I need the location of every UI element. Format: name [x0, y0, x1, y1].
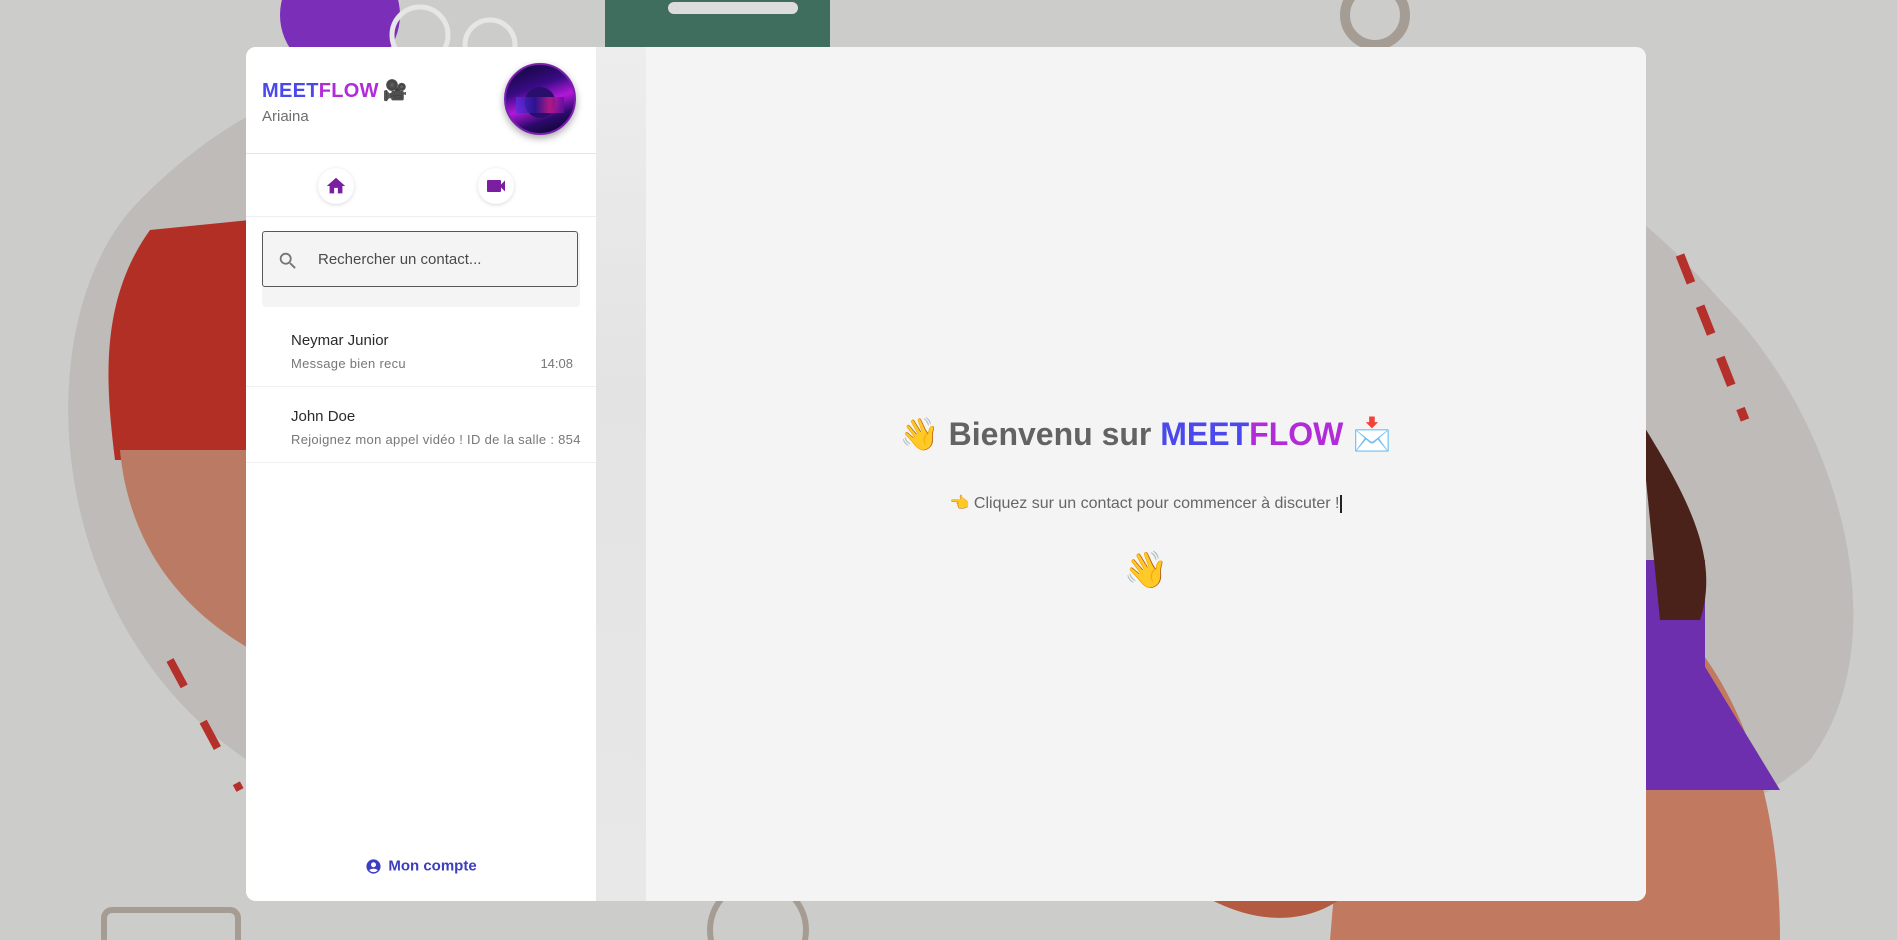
- home-icon: [326, 177, 346, 194]
- video-call-button[interactable]: [478, 168, 514, 204]
- nav-bar: [246, 154, 596, 217]
- my-account-label: Mon compte: [388, 858, 477, 875]
- contact-name: Neymar Junior: [291, 332, 389, 349]
- home-button[interactable]: [318, 168, 354, 204]
- search-field[interactable]: [262, 231, 578, 287]
- user-name: Ariaina: [262, 108, 309, 125]
- waving-hand-emoji: 👋: [1123, 549, 1169, 590]
- contact-last-message: Message bien recu: [291, 356, 406, 371]
- list-item[interactable]: Neymar Junior Message bien recu 14:08: [246, 311, 596, 387]
- divider-panel: [596, 47, 646, 901]
- welcome-title-suffix: 📩: [1343, 416, 1393, 452]
- search-icon: [279, 252, 296, 269]
- welcome-subtitle-text: 👈 Cliquez sur un contact pour commencer …: [949, 495, 1340, 512]
- welcome-subtitle: 👈 Cliquez sur un contact pour commencer …: [646, 493, 1646, 513]
- list-item[interactable]: John Doe Rejoignez mon appel vidéo ! ID …: [246, 387, 596, 463]
- welcome-title: 👋 Bienvenu sur MEETFLOW 📩: [646, 415, 1646, 453]
- search-container: [262, 231, 580, 307]
- welcome-title-prefix: 👋 Bienvenu sur: [899, 416, 1161, 452]
- contact-time: 14:08: [540, 356, 573, 371]
- search-input[interactable]: [318, 232, 568, 286]
- video-camera-emoji: 🎥: [382, 80, 409, 102]
- welcome-title-meet: MEET: [1160, 416, 1250, 452]
- contact-list: Neymar Junior Message bien recu 14:08 Jo…: [246, 311, 596, 463]
- avatar[interactable]: [504, 63, 576, 135]
- main-panel: 👋 Bienvenu sur MEETFLOW 📩 👈 Cliquez sur …: [646, 47, 1646, 901]
- contact-last-message: Rejoignez mon appel vidéo ! ID de la sal…: [291, 432, 581, 447]
- text-caret: [1340, 494, 1343, 513]
- sidebar-header: MEETFLOW 🎥 Ariaina: [246, 47, 596, 154]
- contact-name: John Doe: [291, 408, 356, 425]
- sidebar: MEETFLOW🎥 Ariaina Neymar Junior Message …: [246, 47, 596, 901]
- account-circle-icon: [366, 859, 381, 874]
- app-logo: MEETFLOW 🎥: [262, 78, 408, 103]
- videocam-icon: [487, 180, 505, 192]
- logo-flow: FLOW: [318, 80, 379, 102]
- welcome-title-flow: FLOW: [1249, 416, 1344, 452]
- app-window: MEETFLOW🎥 Ariaina Neymar Junior Message …: [246, 47, 1646, 901]
- logo-meet: MEET: [262, 80, 319, 102]
- my-account-button[interactable]: Mon compte: [246, 857, 596, 875]
